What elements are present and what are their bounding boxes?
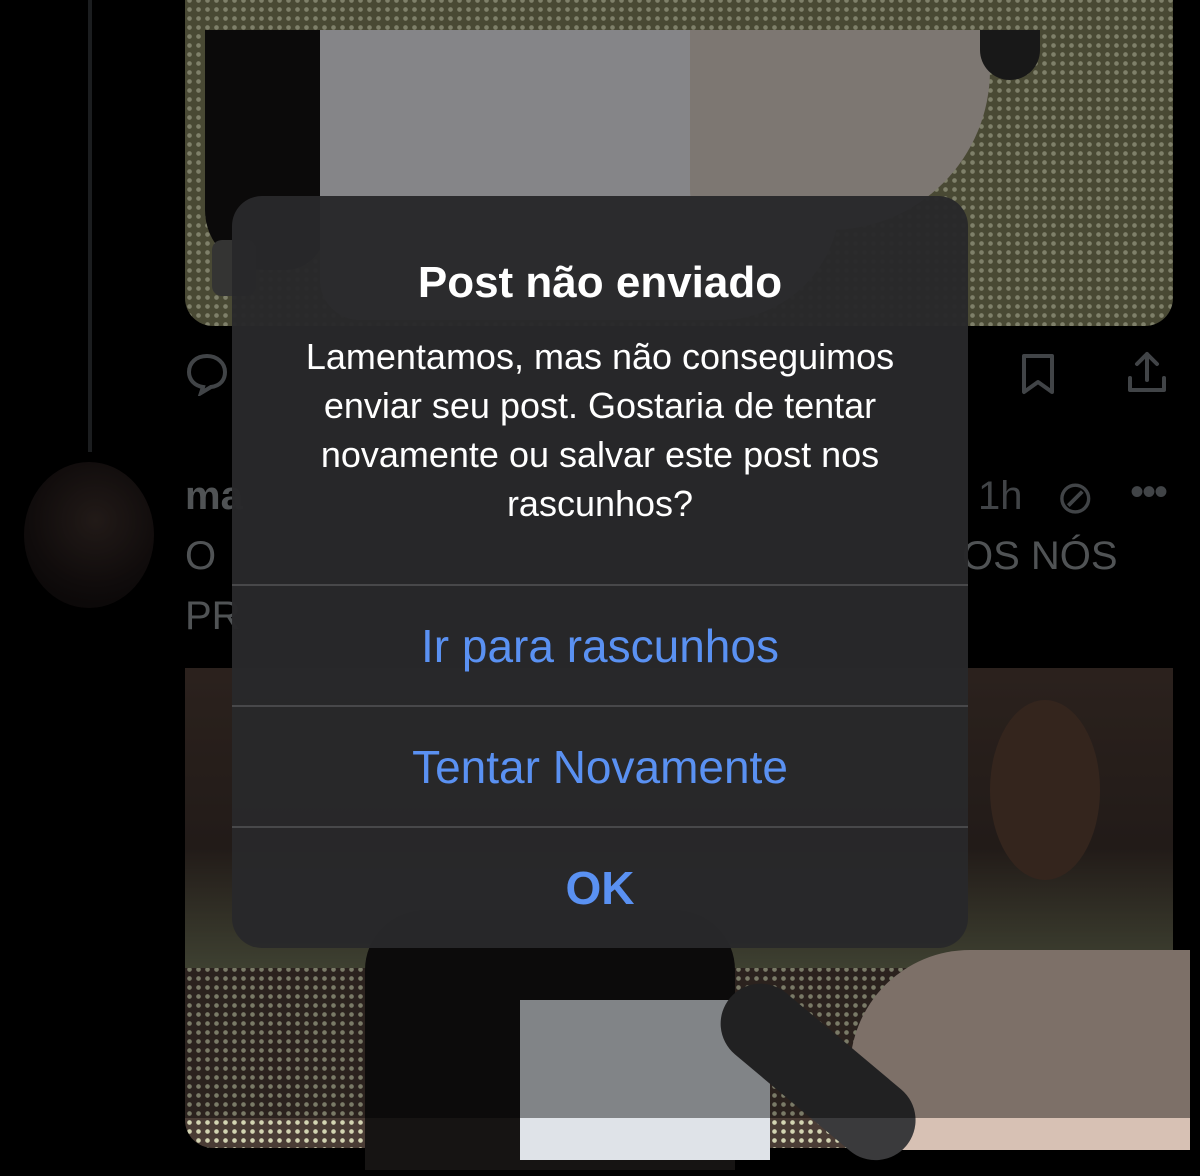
alert-title: Post não enviado xyxy=(417,258,783,307)
retry-button[interactable]: Tentar Novamente xyxy=(232,707,968,826)
alert-message: Lamentamos, mas não conseguimos enviar s… xyxy=(305,336,895,524)
go-to-drafts-button[interactable]: Ir para rascunhos xyxy=(232,586,968,705)
ok-button[interactable]: OK xyxy=(232,828,968,947)
alert-dialog: Post não enviado Lamentamos, mas não con… xyxy=(232,196,968,948)
alert-header: Post não enviado Lamentamos, mas não con… xyxy=(232,196,968,584)
